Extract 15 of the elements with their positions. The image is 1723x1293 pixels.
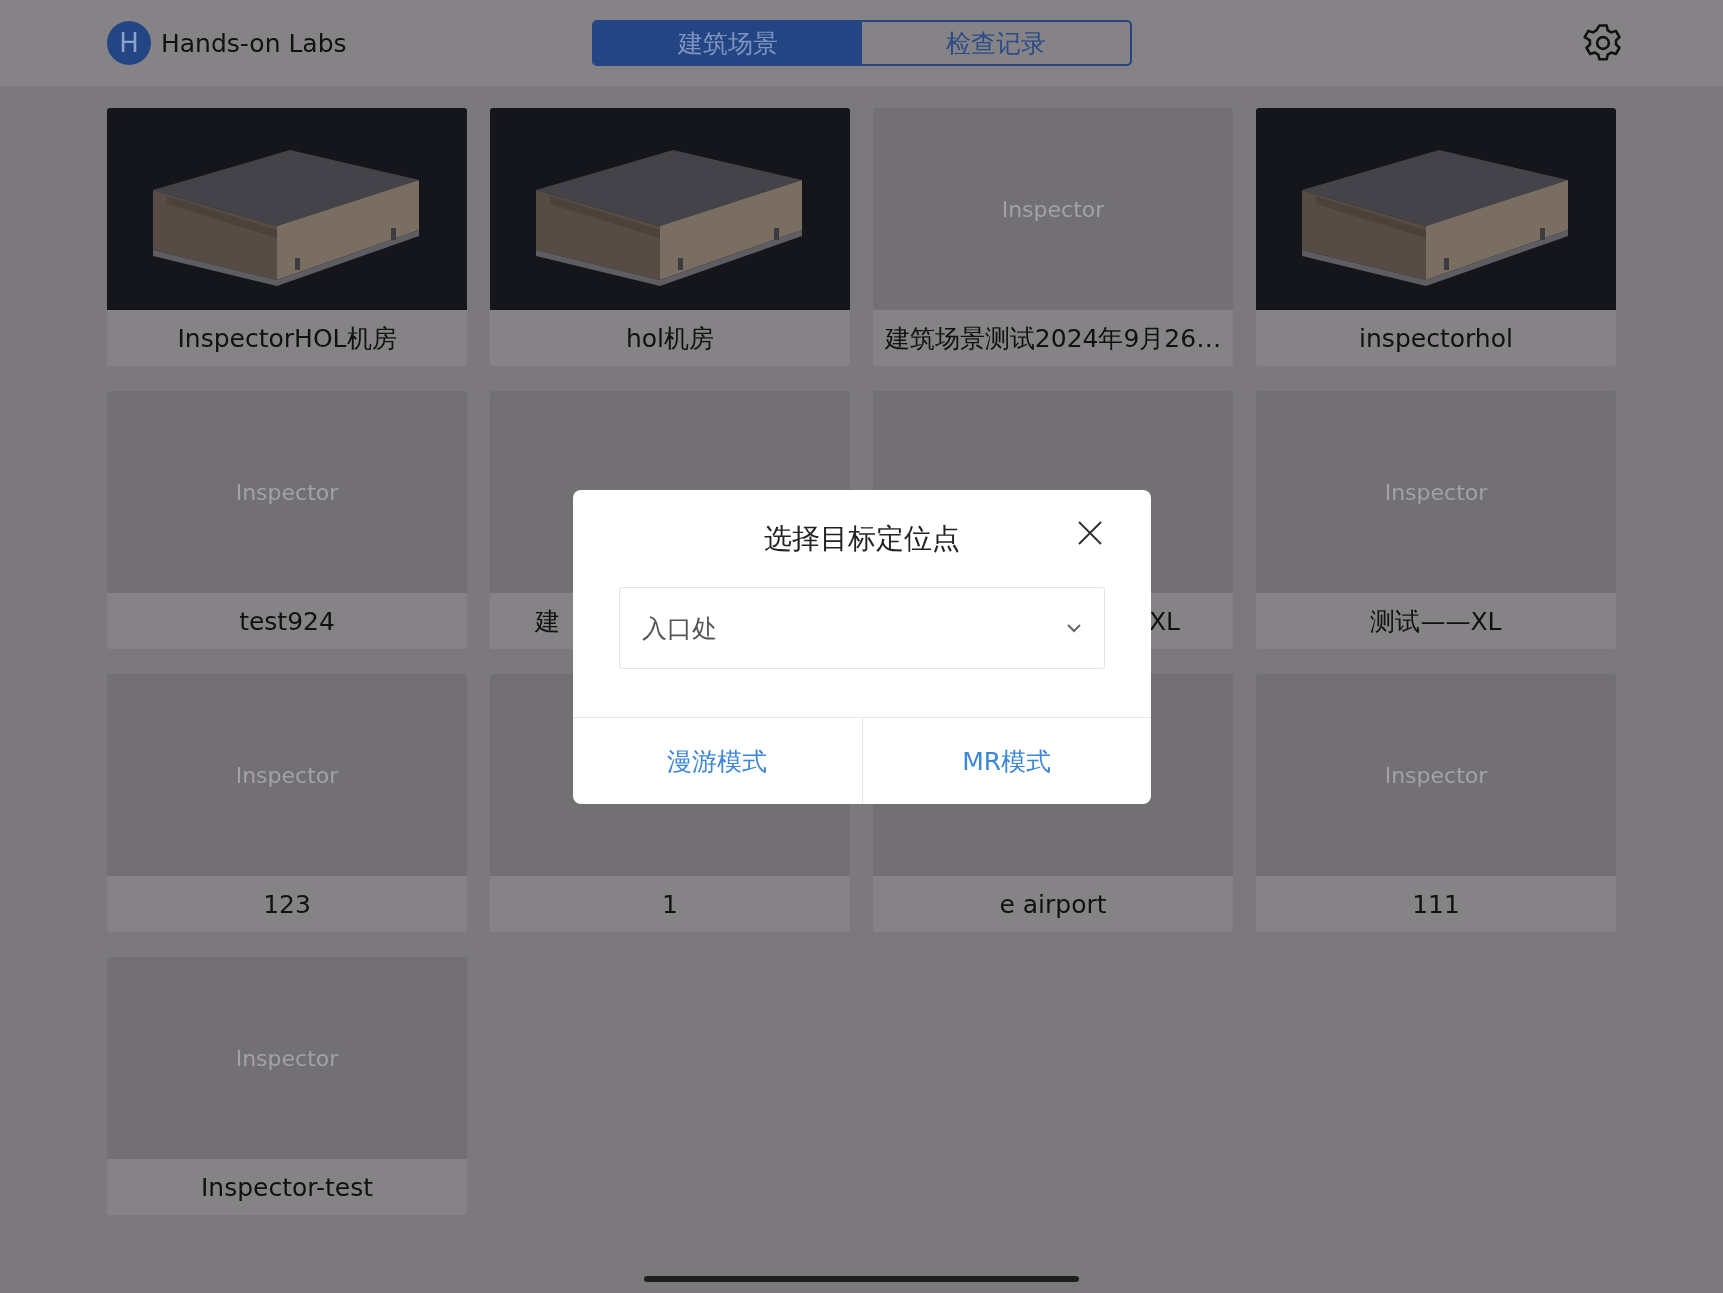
card-label: 建 [535, 605, 560, 638]
card-label: test924 [239, 606, 335, 636]
card-label: InspectorHOL机房 [177, 322, 397, 355]
card-label: 123 [263, 889, 311, 919]
card-label: hol机房 [625, 322, 715, 355]
card-label: inspectorhol [1359, 323, 1513, 353]
card-label: 测试——XL [1370, 605, 1502, 638]
card-label: XL [1148, 606, 1180, 636]
dialog-title: 选择目标定位点 [764, 520, 960, 557]
app-title: Hands-on Labs [161, 28, 347, 58]
card-label: 1 [662, 889, 678, 919]
card-label: Inspector-test [200, 1172, 373, 1202]
card-label: 建筑场景测试2024年9月26… [884, 322, 1222, 355]
card-label: e airport [999, 889, 1107, 919]
card-label: 111 [1412, 889, 1460, 919]
